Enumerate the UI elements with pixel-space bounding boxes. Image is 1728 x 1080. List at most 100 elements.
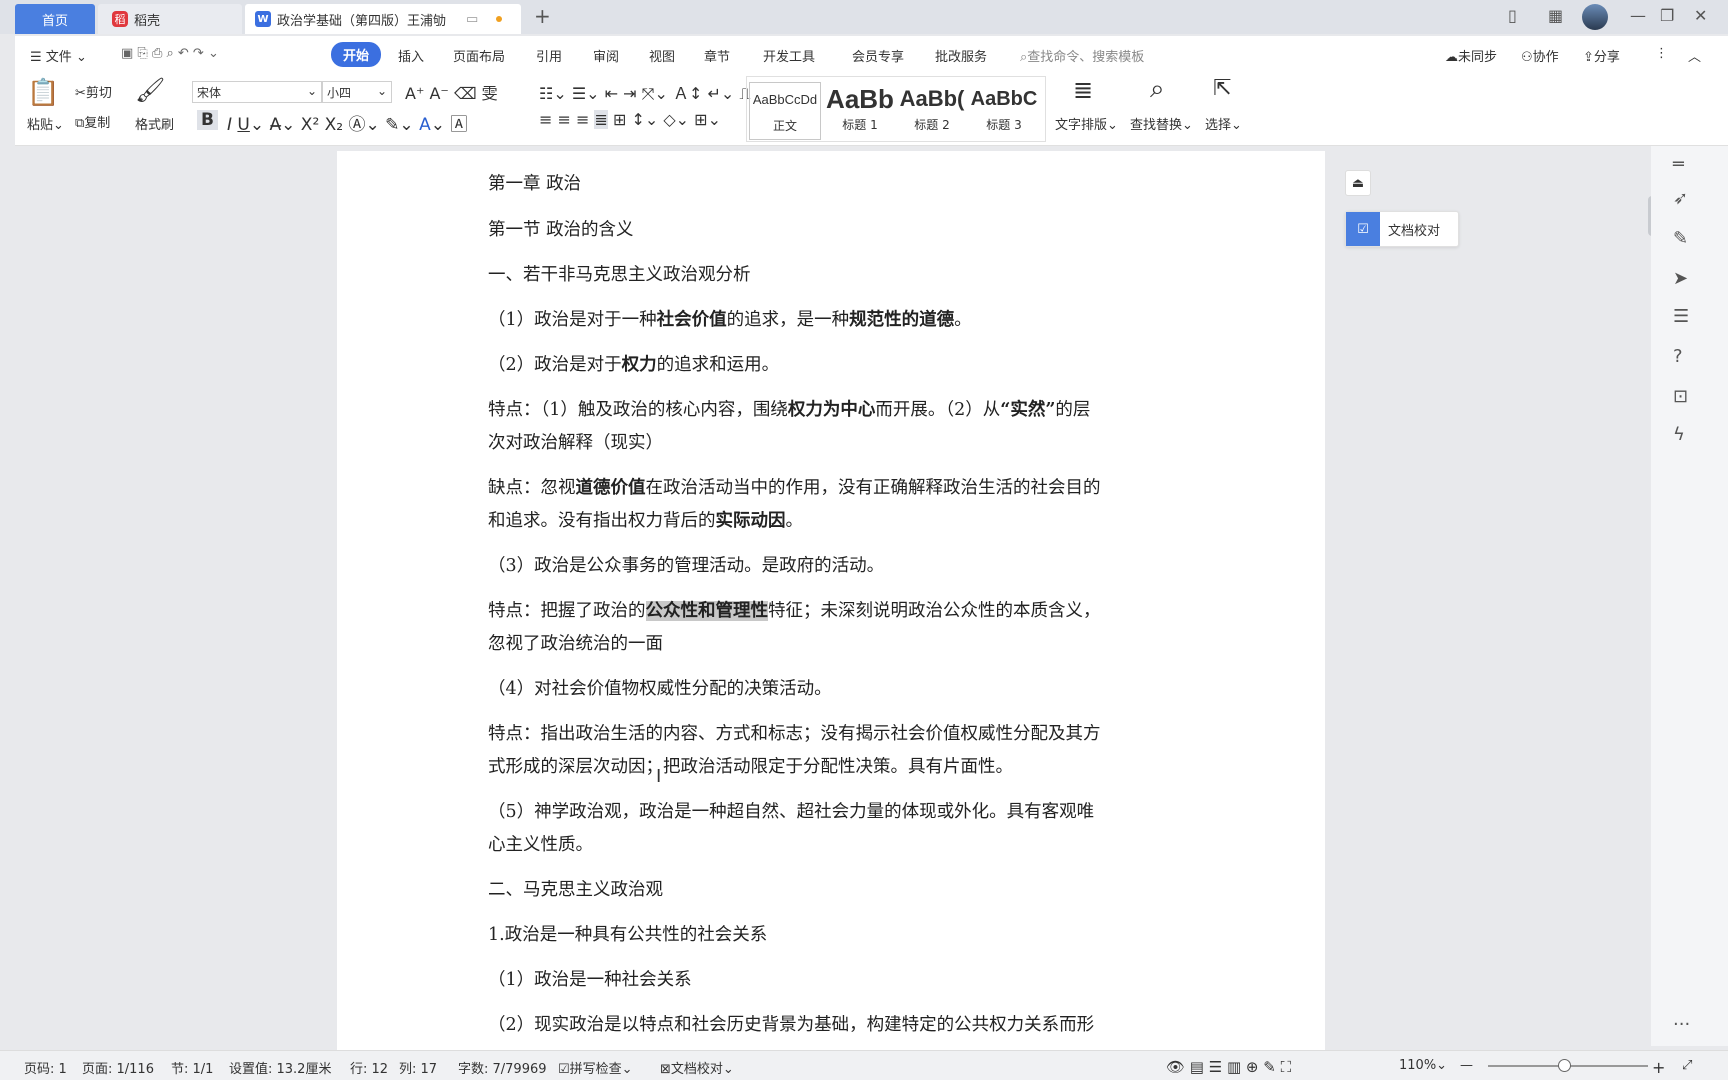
font-select[interactable]: 宋体 ⌄ bbox=[192, 81, 322, 103]
subsection-heading: 二、马克思主义政治观 bbox=[488, 880, 663, 900]
help-icon[interactable]: ? bbox=[1673, 346, 1683, 367]
menu-member[interactable]: 会员专享 bbox=[852, 46, 904, 65]
proofread-status-button[interactable]: ⊠文档校对⌄ bbox=[660, 1058, 734, 1077]
zoom-in-icon[interactable]: + bbox=[1652, 1058, 1665, 1077]
text-layout-button[interactable]: 文字排版⌄ bbox=[1055, 114, 1118, 133]
quick-access-icons[interactable]: ▣ ⎘ ⎙ ⌕ ↶ ↷ ⌄ bbox=[121, 46, 219, 61]
cloud-icon: ☁ bbox=[1445, 50, 1458, 65]
find-replace-button[interactable]: 查找替换⌄ bbox=[1130, 114, 1193, 133]
tab-daoke-label: 稻壳 bbox=[134, 13, 161, 29]
select-button[interactable]: 选择⌄ bbox=[1205, 114, 1242, 133]
paragraph: （1）政治是对于一种社会价值的追求，是一种规范性的道德。 bbox=[488, 310, 972, 330]
font-size-buttons[interactable]: A⁺ A⁻ ⌫ 雯 bbox=[405, 80, 498, 104]
text-layout-icon: ≣ bbox=[1073, 76, 1094, 104]
size-select[interactable]: 小四 ⌄ bbox=[322, 81, 392, 103]
sliders-icon[interactable]: ☰ bbox=[1673, 306, 1689, 327]
paragraph: （1）政治是一种社会关系 bbox=[488, 970, 692, 990]
style-normal[interactable]: AaBbCcDd 正文 bbox=[749, 82, 821, 140]
text-cursor-icon: Ⅰ bbox=[656, 766, 662, 787]
paragraph: 特点：指出政治生活的内容、方式和标志；没有揭示社会价值权威性分配及其方 bbox=[488, 724, 1101, 744]
new-tab-icon[interactable]: + bbox=[534, 4, 551, 28]
tab-home[interactable]: 首页 bbox=[15, 4, 95, 34]
spellcheck-label: 拼写检查 bbox=[569, 1062, 622, 1077]
format-buttons[interactable]: I U⌄ A̶⌄ X² X₂ Ⓐ⌄ ✎⌄ A⌄ 🄰 bbox=[227, 110, 467, 135]
collapse-ribbon-icon[interactable]: ︿ bbox=[1688, 46, 1701, 65]
pen-icon[interactable]: ✎ bbox=[1673, 228, 1688, 249]
more-dots-icon[interactable]: ··· bbox=[1673, 1014, 1690, 1035]
restore-icon[interactable]: ❐ bbox=[1660, 6, 1674, 25]
paragraph: 1.政治是一种具有公共性的社会关系 bbox=[488, 925, 768, 945]
tab-bar: 首页 稻稻壳 W 政治学基础（第四版）王浦劬 ▭ + ▯ ▦ — ❐ ✕ bbox=[0, 0, 1728, 34]
style-heading1[interactable]: AaBb 标题 1 bbox=[825, 82, 895, 140]
brush-icon[interactable]: 🖌 bbox=[135, 76, 165, 104]
format-painter-button[interactable]: 格式刷 bbox=[135, 114, 174, 133]
menu-references[interactable]: 引用 bbox=[536, 46, 562, 65]
align-buttons[interactable]: ≡ ≡ ≡ ≣ ⊞ ↕⌄ ◇⌄ ⊞⌄ bbox=[539, 110, 721, 129]
style-heading3[interactable]: AaBbC 标题 3 bbox=[969, 82, 1039, 140]
menu-view[interactable]: 视图 bbox=[649, 46, 675, 65]
menu-developer[interactable]: 开发工具 bbox=[763, 46, 815, 65]
close-icon[interactable]: ✕ bbox=[1694, 6, 1707, 25]
menu-chapter[interactable]: 章节 bbox=[704, 46, 730, 65]
minimize-icon[interactable]: — bbox=[1630, 6, 1646, 25]
menu-insert[interactable]: 插入 bbox=[398, 46, 424, 65]
paragraph: （2）政治是对于权力的追求和运用。 bbox=[488, 355, 780, 375]
list-buttons[interactable]: ☷⌄ ☰⌄ ⇤ ⇥ ⤧⌄ Ａ↕ ↵⌄ ⎍ bbox=[539, 80, 751, 104]
row-number[interactable]: 行: 12 bbox=[350, 1058, 388, 1077]
paragraph: 特点：（1）触及政治的核心内容，围绕权力为中心而开展。（2）从“实然”的层 bbox=[488, 400, 1091, 420]
style-heading2[interactable]: AaBb(标题 2 bbox=[897, 82, 967, 140]
menu-review[interactable]: 审阅 bbox=[593, 46, 619, 65]
menu-lines-icon[interactable]: ═ bbox=[1673, 154, 1684, 175]
paste-button[interactable]: 粘贴⌄ bbox=[27, 114, 64, 133]
paragraph: 式形成的深层次动因；把政治活动限定于分配性决策。具有片面性。 bbox=[488, 757, 1013, 777]
menu-start[interactable]: 开始 bbox=[331, 42, 382, 67]
zoom-level[interactable]: 110%⌄ bbox=[1399, 1058, 1447, 1073]
setting-value[interactable]: 设置值: 13.2厘米 bbox=[229, 1058, 331, 1077]
fullscreen-icon[interactable]: ⤢ bbox=[1682, 1058, 1692, 1073]
find-icon: ⌕ bbox=[1150, 74, 1165, 104]
col-number[interactable]: 列: 17 bbox=[399, 1058, 437, 1077]
zoom-out-icon[interactable]: — bbox=[1460, 1058, 1473, 1073]
page-count[interactable]: 页面: 1/116 bbox=[82, 1058, 154, 1077]
menu-grading[interactable]: 批改服务 bbox=[935, 46, 987, 65]
pin-icon[interactable]: ▭ bbox=[466, 12, 478, 27]
eject-icon[interactable]: ⏏ bbox=[1345, 170, 1371, 196]
section-count[interactable]: 节: 1/1 bbox=[171, 1058, 213, 1077]
layout-icon[interactable]: ▯ bbox=[1508, 6, 1517, 25]
proofread-icon: ⊠ bbox=[660, 1062, 671, 1077]
word-count[interactable]: 字数: 7/79969 bbox=[458, 1058, 547, 1077]
grid-icon[interactable]: ▦ bbox=[1548, 6, 1563, 25]
page-code[interactable]: 页码: 1 bbox=[24, 1058, 67, 1077]
tab-home-label: 首页 bbox=[41, 13, 68, 29]
image-search-icon[interactable]: ⊡ bbox=[1673, 386, 1688, 407]
zoom-slider-thumb[interactable] bbox=[1558, 1059, 1571, 1072]
pointer-icon[interactable]: ➤ bbox=[1673, 268, 1688, 289]
avatar[interactable] bbox=[1582, 4, 1608, 30]
copy-button[interactable]: ⧉复制 bbox=[75, 112, 110, 131]
search-placeholder: 查找命令、搜索模板 bbox=[1027, 50, 1145, 65]
tab-daoke[interactable]: 稻稻壳 bbox=[98, 4, 242, 34]
cut-button[interactable]: ✂剪切 bbox=[75, 82, 112, 101]
paragraph: （5）神学政治观，政治是一种超自然、超社会力量的体现或外化。具有客观唯 bbox=[488, 802, 1095, 822]
menu-layout[interactable]: 页面布局 bbox=[453, 46, 505, 65]
bold-button[interactable]: B bbox=[197, 110, 218, 130]
subsection-heading: 一、若干非马克思主义政治观分析 bbox=[488, 265, 751, 285]
paragraph: 缺点：忽视道德价值在政治活动当中的作用，没有正确解释政治生活的社会目的 bbox=[488, 478, 1101, 498]
view-mode-icons[interactable]: 👁 ▤ ☰ ▥ ⊕ ✎ ⛶ bbox=[1166, 1058, 1291, 1076]
spellcheck-button[interactable]: ☑拼写检查⌄ bbox=[558, 1058, 633, 1077]
rocket-icon[interactable]: ➶ bbox=[1673, 188, 1688, 209]
file-menu[interactable]: ☰ 文件 ⌄ bbox=[30, 46, 87, 65]
paragraph: 次对政治解释（现实） bbox=[488, 433, 663, 453]
sync-button[interactable]: ☁未同步 bbox=[1445, 46, 1497, 65]
size-value: 小四 bbox=[327, 86, 352, 100]
collab-button[interactable]: ⚇协作 bbox=[1521, 46, 1559, 65]
clipboard-icon[interactable]: 📋 bbox=[27, 78, 59, 108]
command-search[interactable]: ⌕查找命令、搜索模板 bbox=[1020, 46, 1144, 65]
proofread-label: 文档校对 bbox=[1388, 223, 1441, 239]
bolt-icon[interactable]: ϟ bbox=[1673, 424, 1685, 445]
tab-document[interactable]: W 政治学基础（第四版）王浦劬 ▭ bbox=[245, 4, 521, 34]
more-icon[interactable]: ⋮ bbox=[1655, 46, 1668, 61]
share-button[interactable]: ⇪分享 bbox=[1583, 46, 1620, 65]
writer-logo-icon: W bbox=[255, 11, 271, 27]
proofread-button[interactable]: ☑ 文档校对 bbox=[1345, 211, 1459, 247]
